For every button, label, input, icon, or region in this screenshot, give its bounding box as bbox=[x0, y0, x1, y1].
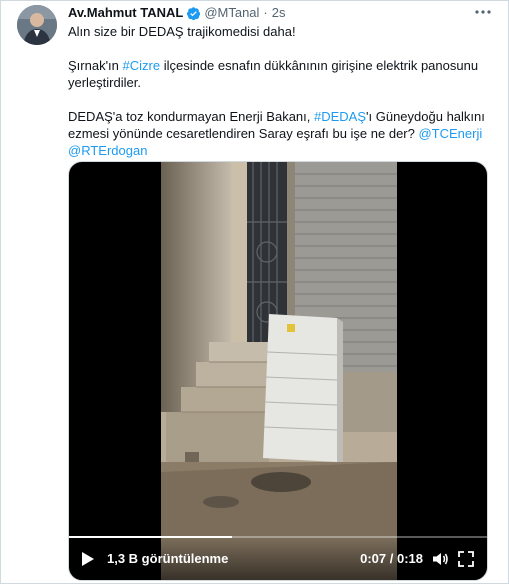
hashtag-dedas[interactable]: #DEDAŞ bbox=[314, 109, 366, 124]
fullscreen-icon bbox=[458, 551, 474, 567]
video-time-readout: 0:07 / 0:18 bbox=[360, 551, 423, 566]
tweet-header: Av.Mahmut TANAL @MTanal · 2s bbox=[68, 5, 286, 21]
avatar-image bbox=[17, 5, 57, 45]
more-horizontal-icon bbox=[475, 10, 491, 14]
more-options-button[interactable] bbox=[474, 7, 492, 17]
paragraph-2-text-a: Şırnak'ın bbox=[68, 58, 123, 73]
video-progress-fill bbox=[69, 536, 233, 538]
author-handle[interactable]: @MTanal bbox=[204, 5, 259, 21]
volume-button[interactable] bbox=[431, 550, 449, 568]
paragraph-1-text: Alın size bir DEDAŞ trajikomedisi daha! bbox=[68, 24, 296, 39]
tweet-paragraph-3: DEDAŞ'a toz kondurmayan Enerji Bakanı, #… bbox=[68, 108, 488, 159]
verified-badge-icon bbox=[187, 6, 201, 20]
play-button[interactable] bbox=[81, 551, 95, 567]
tweet-card[interactable]: Av.Mahmut TANAL @MTanal · 2s Alın size b… bbox=[0, 0, 509, 584]
volume-icon bbox=[433, 553, 448, 565]
play-icon bbox=[82, 552, 94, 566]
author-name[interactable]: Av.Mahmut TANAL bbox=[68, 5, 183, 21]
tweet-paragraph-2: Şırnak'ın #Cizre ilçesinde esnafın dükkâ… bbox=[68, 57, 488, 91]
hashtag-cizre[interactable]: #Cizre bbox=[123, 58, 161, 73]
avatar[interactable] bbox=[17, 5, 57, 45]
tweet-paragraph-1: Alın size bir DEDAŞ trajikomedisi daha! bbox=[68, 23, 488, 40]
tweet-text: Alın size bir DEDAŞ trajikomedisi daha! … bbox=[68, 23, 488, 159]
video-player[interactable]: 1,3 B görüntülenme 0:07 / 0:18 bbox=[68, 161, 488, 581]
fullscreen-button[interactable] bbox=[457, 550, 475, 568]
separator-dot: · bbox=[263, 5, 268, 20]
tweet-timestamp[interactable]: 2s bbox=[272, 5, 286, 21]
paragraph-3-text-a: DEDAŞ'a toz kondurmayan Enerji Bakanı, bbox=[68, 109, 314, 124]
mention-rterdogan[interactable]: @RTErdogan bbox=[68, 143, 147, 158]
view-count: 1,3 B görüntülenme bbox=[107, 551, 229, 566]
mention-tcenerji[interactable]: @TCEnerji bbox=[418, 126, 482, 141]
video-progress-bar[interactable] bbox=[69, 536, 487, 538]
video-frame bbox=[161, 162, 397, 580]
